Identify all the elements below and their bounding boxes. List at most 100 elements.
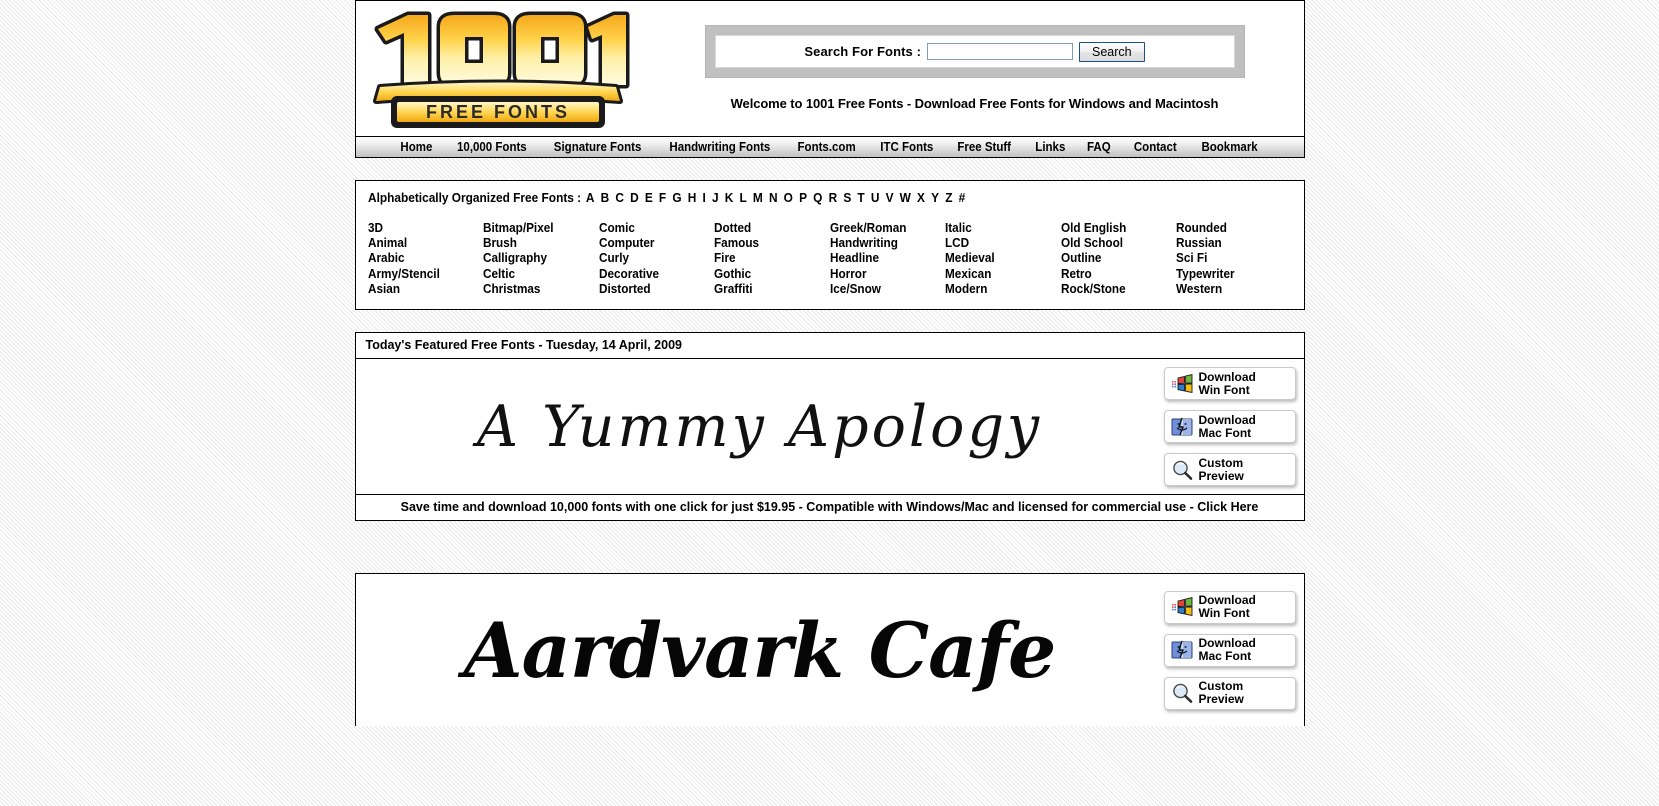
nav-item-free-stuff[interactable]: Free Stuff bbox=[949, 137, 1021, 157]
category-column-7: Old English Old School Outline Retro Roc… bbox=[1061, 221, 1177, 297]
category-outline[interactable]: Outline bbox=[1061, 251, 1170, 266]
nav-item-10000-fonts[interactable]: 10,000 Fonts bbox=[448, 137, 536, 157]
category-ice-snow[interactable]: Ice/Snow bbox=[830, 282, 939, 297]
category-medieval[interactable]: Medieval bbox=[945, 251, 1054, 266]
alpha-link-j[interactable]: J bbox=[710, 191, 719, 205]
alpha-link-b[interactable]: B bbox=[599, 191, 610, 205]
alpha-link-m[interactable]: M bbox=[751, 191, 764, 205]
alpha-link-r[interactable]: R bbox=[827, 191, 838, 205]
alpha-link-a[interactable]: A bbox=[584, 191, 595, 205]
category-army-stencil[interactable]: Army/Stencil bbox=[368, 267, 477, 282]
font-row: A Yummy Apology Download Win Font Downlo… bbox=[356, 359, 1304, 494]
category-russian[interactable]: Russian bbox=[1176, 236, 1285, 251]
nav-item-contact[interactable]: Contact bbox=[1125, 137, 1186, 157]
font-preview-image[interactable]: Aardvark Cafe bbox=[356, 574, 1164, 726]
category-comic[interactable]: Comic bbox=[599, 221, 708, 236]
category-graffiti[interactable]: Graffiti bbox=[714, 282, 823, 297]
nav-item-itc-fonts[interactable]: ITC Fonts bbox=[871, 137, 942, 157]
category-mexican[interactable]: Mexican bbox=[945, 267, 1054, 282]
category-italic[interactable]: Italic bbox=[945, 221, 1054, 236]
category-western[interactable]: Western bbox=[1176, 282, 1285, 297]
category-curly[interactable]: Curly bbox=[599, 251, 708, 266]
category-famous[interactable]: Famous bbox=[714, 236, 823, 251]
search-input[interactable] bbox=[927, 43, 1074, 60]
nav-item-bookmark[interactable]: Bookmark bbox=[1192, 137, 1267, 157]
category-dotted[interactable]: Dotted bbox=[714, 221, 823, 236]
download-win-font-button[interactable]: Download Win Font bbox=[1163, 367, 1296, 401]
category-arabic[interactable]: Arabic bbox=[368, 251, 477, 266]
alpha-link-d[interactable]: D bbox=[628, 191, 639, 205]
download-win-line2: Win Font bbox=[1198, 606, 1250, 621]
alpha-link-i[interactable]: I bbox=[701, 191, 707, 205]
mac-finder-icon bbox=[1171, 417, 1192, 436]
alpha-link-v[interactable]: V bbox=[884, 191, 895, 205]
alpha-link-t[interactable]: T bbox=[855, 191, 865, 205]
category-asian[interactable]: Asian bbox=[368, 282, 477, 297]
main-navigation: Home 10,000 Fonts Signature Fonts Handwr… bbox=[354, 136, 1305, 158]
featured-font-block-2: Aardvark Cafe Download Win Font Download… bbox=[354, 573, 1305, 727]
category-old-english[interactable]: Old English bbox=[1061, 221, 1170, 236]
category-typewriter[interactable]: Typewriter bbox=[1176, 267, 1285, 282]
category-distorted[interactable]: Distorted bbox=[599, 282, 708, 297]
alpha-link-w[interactable]: W bbox=[898, 191, 912, 205]
category-christmas[interactable]: Christmas bbox=[483, 282, 592, 297]
nav-item-handwriting-fonts[interactable]: Handwriting Fonts bbox=[660, 137, 779, 157]
category-sci-fi[interactable]: Sci Fi bbox=[1176, 251, 1285, 266]
alpha-link-e[interactable]: E bbox=[643, 191, 654, 205]
category-decorative[interactable]: Decorative bbox=[599, 267, 708, 282]
category-fire[interactable]: Fire bbox=[714, 251, 823, 266]
alpha-link-g[interactable]: G bbox=[670, 191, 682, 205]
alpha-link-c[interactable]: C bbox=[613, 191, 624, 205]
alpha-link-q[interactable]: Q bbox=[811, 191, 823, 205]
nav-item-home[interactable]: Home bbox=[391, 137, 441, 157]
alpha-link-f[interactable]: F bbox=[657, 191, 667, 205]
category-animal[interactable]: Animal bbox=[368, 236, 477, 251]
download-mac-font-button[interactable]: Download Mac Font bbox=[1163, 410, 1296, 444]
alpha-link-hash[interactable]: # bbox=[957, 191, 966, 205]
category-brush[interactable]: Brush bbox=[483, 236, 592, 251]
alpha-link-h[interactable]: H bbox=[686, 191, 697, 205]
category-gothic[interactable]: Gothic bbox=[714, 267, 823, 282]
promo-click-here-link[interactable]: Click Here bbox=[1197, 500, 1258, 514]
category-modern[interactable]: Modern bbox=[945, 282, 1054, 297]
nav-item-faq[interactable]: FAQ bbox=[1078, 137, 1120, 157]
nav-item-signature-fonts[interactable]: Signature Fonts bbox=[544, 137, 650, 157]
alpha-link-l[interactable]: L bbox=[738, 191, 748, 205]
category-old-school[interactable]: Old School bbox=[1061, 236, 1170, 251]
alpha-link-o[interactable]: O bbox=[782, 191, 794, 205]
site-logo[interactable]: FREE FONTS bbox=[364, 7, 632, 129]
alpha-link-z[interactable]: Z bbox=[943, 191, 953, 205]
custom-preview-button[interactable]: Custom Preview bbox=[1163, 453, 1296, 487]
category-calligraphy[interactable]: Calligraphy bbox=[483, 251, 592, 266]
alpha-link-x[interactable]: X bbox=[915, 191, 926, 205]
category-greek-roman[interactable]: Greek/Roman bbox=[830, 221, 939, 236]
alpha-link-y[interactable]: Y bbox=[929, 191, 940, 205]
category-bitmap-pixel[interactable]: Bitmap/Pixel bbox=[483, 221, 592, 236]
alpha-link-u[interactable]: U bbox=[869, 191, 880, 205]
download-win-font-button[interactable]: Download Win Font bbox=[1163, 590, 1296, 624]
category-rock-stone[interactable]: Rock/Stone bbox=[1061, 282, 1170, 297]
alpha-link-k[interactable]: K bbox=[723, 191, 734, 205]
alphabet-label: Alphabetically Organized Free Fonts : bbox=[367, 191, 581, 205]
alpha-link-n[interactable]: N bbox=[767, 191, 778, 205]
nav-item-fonts-com[interactable]: Fonts.com bbox=[788, 137, 865, 157]
category-lcd[interactable]: LCD bbox=[945, 236, 1054, 251]
alpha-link-p[interactable]: P bbox=[797, 191, 808, 205]
alpha-link-s[interactable]: S bbox=[841, 191, 852, 205]
font-preview-image[interactable]: A Yummy Apology bbox=[356, 359, 1164, 494]
category-celtic[interactable]: Celtic bbox=[483, 267, 592, 282]
category-handwriting[interactable]: Handwriting bbox=[830, 236, 939, 251]
custom-preview-button[interactable]: Custom Preview bbox=[1163, 676, 1296, 710]
category-rounded[interactable]: Rounded bbox=[1176, 221, 1285, 236]
category-horror[interactable]: Horror bbox=[830, 267, 939, 282]
category-headline[interactable]: Headline bbox=[830, 251, 939, 266]
nav-item-links[interactable]: Links bbox=[1026, 137, 1074, 157]
custom-preview-label: Custom Preview bbox=[1199, 456, 1244, 483]
category-retro[interactable]: Retro bbox=[1061, 267, 1170, 282]
category-3d[interactable]: 3D bbox=[368, 221, 477, 236]
search-button[interactable]: Search bbox=[1079, 41, 1145, 62]
category-computer[interactable]: Computer bbox=[599, 236, 708, 251]
category-column-4: Dotted Famous Fire Gothic Graffiti bbox=[714, 221, 830, 297]
download-mac-font-button[interactable]: Download Mac Font bbox=[1163, 633, 1296, 667]
magnifier-icon bbox=[1172, 460, 1192, 480]
